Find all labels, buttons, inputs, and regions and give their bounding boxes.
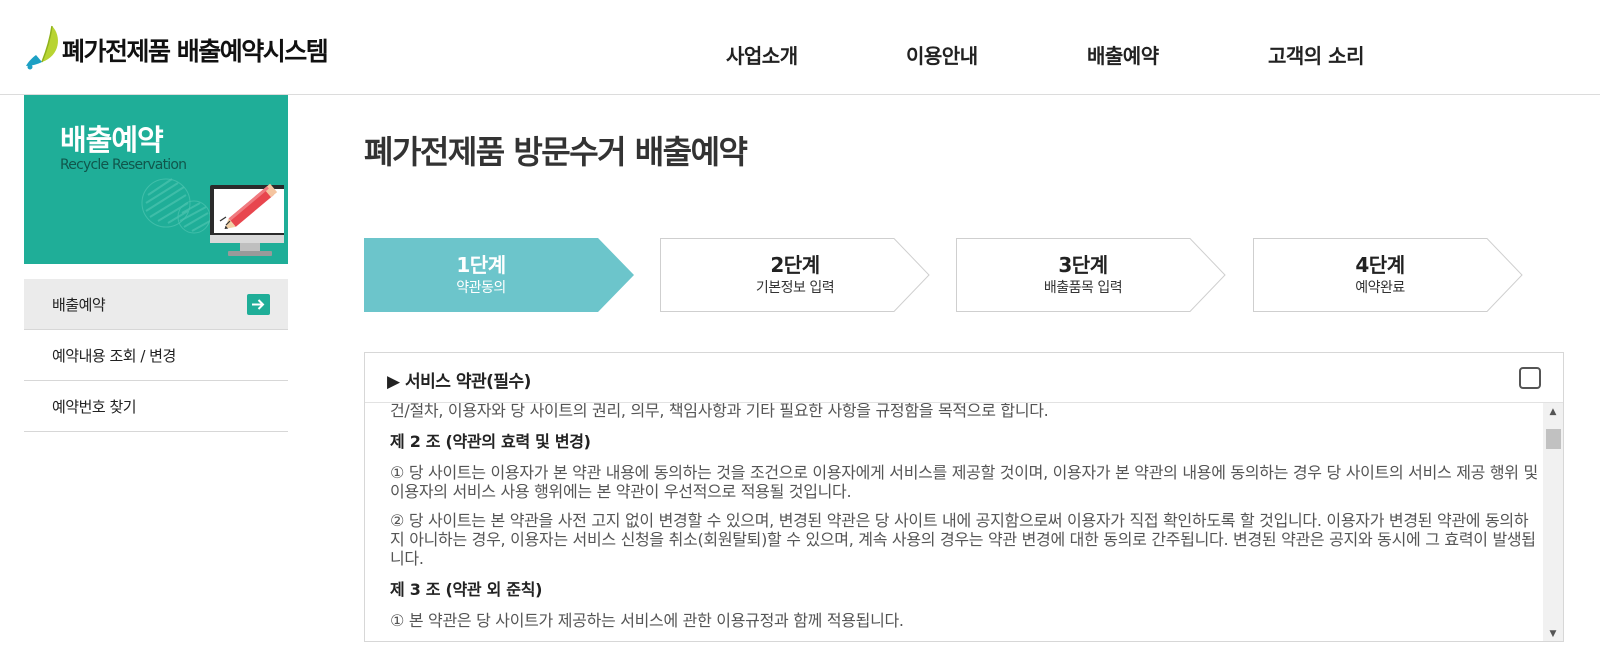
sidebar-item-label: 배출예약	[52, 295, 106, 314]
step-number: 2단계	[770, 253, 820, 277]
scroll-thumb[interactable]	[1546, 429, 1561, 449]
site-logo[interactable]: 폐가전제품 배출예약시스템	[22, 12, 329, 72]
terms-text: 건/절차, 이용자와 당 사이트의 권리, 의무, 책임사항과 기타 필요한 사…	[390, 403, 1049, 420]
terms-body[interactable]: 건/절차, 이용자와 당 사이트의 권리, 의무, 책임사항과 기타 필요한 사…	[365, 403, 1545, 641]
nav-about[interactable]: 사업소개	[726, 40, 798, 69]
step-label: 기본정보 입력	[755, 280, 835, 296]
sidebar-title: 배출예약	[60, 123, 164, 157]
step-label: 배출품목 입력	[1043, 280, 1123, 296]
step-number: 4단계	[1355, 253, 1405, 277]
terms-panel: ▶ 서비스 약관(필수) 건/절차, 이용자와 당 사이트의 권리, 의무, 책…	[364, 352, 1564, 642]
arrow-right-icon	[247, 294, 270, 315]
terms-title: ▶ 서비스 약관(필수)	[387, 372, 531, 392]
terms-header: ▶ 서비스 약관(필수)	[365, 353, 1563, 403]
clause-heading: 제 3 조 (약관 외 준칙)	[390, 580, 543, 599]
terms-text: ① 본 약관은 당 사이트가 제공하는 서비스에 관한 이용규정과 함께 적용됩…	[390, 611, 904, 630]
logo-text: 폐가전제품 배출예약시스템	[62, 37, 329, 66]
page-title: 폐가전제품 방문수거 배출예약	[364, 133, 748, 171]
scroll-up-icon[interactable]: ▲	[1543, 403, 1563, 421]
header: 폐가전제품 배출예약시스템 사업소개 이용안내 배출예약 고객의 소리	[0, 0, 1600, 95]
leaf-logo-icon	[22, 22, 66, 72]
sidebar-item-find-number[interactable]: 예약번호 찾기	[24, 381, 288, 432]
step-label: 약관동의	[456, 280, 506, 296]
step-indicator: 1단계 약관동의 2단계 기본정보 입력 3단계 배출품목 입력 4단계 예약완…	[364, 238, 1534, 312]
step-number: 3단계	[1058, 253, 1108, 277]
sidebar-item-reservation[interactable]: 배출예약	[24, 279, 288, 330]
sidebar-menu: 배출예약 예약내용 조회 / 변경 예약번호 찾기	[24, 279, 288, 432]
monitor-pencil-icon	[114, 165, 288, 264]
terms-text: ① 당 사이트는 이용자가 본 약관 내용에 동의하는 것을 조건으로 이용자에…	[390, 463, 1538, 501]
terms-content: 건/절차, 이용자와 당 사이트의 권리, 의무, 책임사항과 기타 필요한 사…	[390, 403, 1540, 640]
sidebar-banner: 배출예약 Recycle Reservation	[24, 95, 288, 264]
nav-guide[interactable]: 이용안내	[906, 40, 978, 69]
sidebar-item-lookup-change[interactable]: 예약내용 조회 / 변경	[24, 330, 288, 381]
nav-reservation[interactable]: 배출예약	[1087, 40, 1159, 69]
clause-heading: 제 2 조 (약관의 효력 및 변경)	[390, 432, 591, 451]
agree-checkbox[interactable]	[1519, 367, 1541, 389]
terms-text: ② 당 사이트는 본 약관을 사전 고지 없이 변경할 수 있으며, 변경된 약…	[390, 511, 1536, 568]
step-number: 1단계	[456, 253, 506, 277]
scroll-down-icon[interactable]: ▼	[1543, 625, 1563, 641]
terms-scrollbar[interactable]: ▲ ▼	[1543, 403, 1563, 641]
sidebar-item-label: 예약내용 조회 / 변경	[52, 346, 176, 365]
nav-customer-voice[interactable]: 고객의 소리	[1268, 40, 1364, 69]
sidebar-item-label: 예약번호 찾기	[52, 397, 137, 416]
step-label: 예약완료	[1355, 280, 1405, 296]
